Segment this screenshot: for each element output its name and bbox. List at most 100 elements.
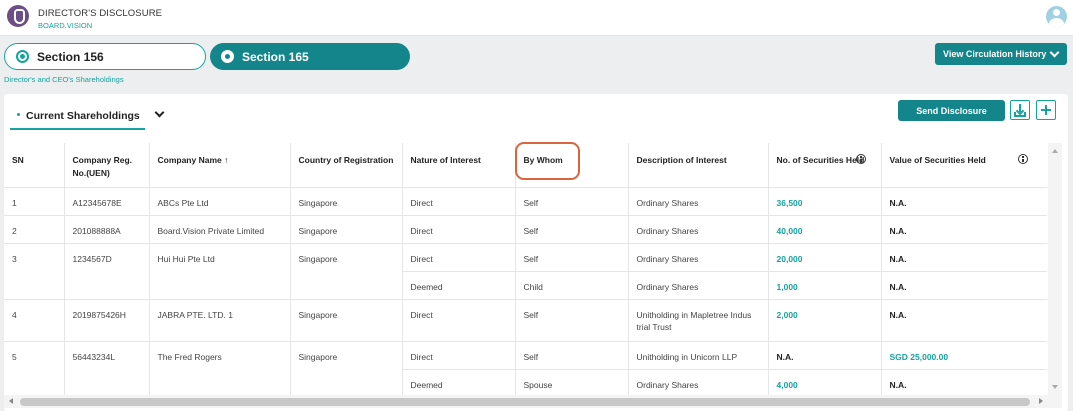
cell-value: N.A. xyxy=(881,243,1047,272)
by-whom-highlight-annotation xyxy=(515,142,580,180)
cell-reg-no: A12345678E xyxy=(64,187,150,216)
table-row[interactable]: 5 56443234L The Fred Rogers Singapore Di… xyxy=(4,341,1047,395)
cell-sn: 3 xyxy=(4,243,65,300)
col-header-reg-no: Company Reg. No.(UEN) xyxy=(64,143,150,188)
shareholdings-table-wrap: SN Company Reg. No.(UEN) Company Name ↑ … xyxy=(4,143,1047,395)
view-circulation-history-button[interactable]: View Circulation History xyxy=(935,43,1067,65)
cell-value: N.A. xyxy=(881,187,1047,216)
cell-value: N.A. xyxy=(881,369,1047,395)
col-header-value: Value of Securities Held xyxy=(881,143,1047,188)
cell-country: Singapore xyxy=(290,215,403,244)
cell-nature: Direct xyxy=(402,243,516,272)
cell-nature: Deemed xyxy=(402,369,516,395)
cell-value: SGD 25,000.00 xyxy=(881,341,1047,370)
cell-by-whom: Self xyxy=(515,215,629,244)
cell-company: The Fred Rogers xyxy=(149,341,291,395)
cell-reg-no: 1234567D xyxy=(64,243,150,300)
tab-section-156-label: Section 156 xyxy=(37,49,104,64)
add-button[interactable] xyxy=(1036,100,1056,120)
cell-company: Hui Hui Pte Ltd xyxy=(149,243,291,300)
cell-securities: 4,000 xyxy=(768,369,882,395)
app-title: DIRECTOR'S DISCLOSURE xyxy=(38,8,163,19)
col-header-description: Description of Interest xyxy=(628,143,769,188)
cell-sn: 2 xyxy=(4,215,65,244)
cell-reg-no: 2019875426H xyxy=(64,299,150,342)
view-circulation-history-label: View Circulation History xyxy=(943,49,1047,59)
col-header-company-name[interactable]: Company Name ↑ xyxy=(149,143,291,188)
cell-country: Singapore xyxy=(290,299,403,342)
cell-securities: 2,000 xyxy=(768,299,882,342)
cell-description: Ordinary Shares xyxy=(628,369,769,395)
col-header-securities: No. of Securities Held xyxy=(768,143,882,188)
board-vision-logo-icon[interactable] xyxy=(7,5,29,27)
tab-current-shareholdings-label: Current Shareholdings xyxy=(26,110,140,122)
cell-sn: 5 xyxy=(4,341,65,395)
cell-value: N.A. xyxy=(881,299,1047,342)
radio-icon xyxy=(221,50,234,63)
cell-description: Ordinary Shares xyxy=(628,187,769,216)
cell-country: Singapore xyxy=(290,243,403,300)
tab-current-shareholdings[interactable]: Current Shareholdings xyxy=(10,108,145,130)
tab-section-165[interactable]: Section 165 xyxy=(210,43,410,70)
shareholdings-table: SN Company Reg. No.(UEN) Company Name ↑ … xyxy=(4,143,1047,395)
cell-value: N.A. xyxy=(881,271,1047,300)
tab-section-165-label: Section 165 xyxy=(242,49,309,64)
horizontal-scrollbar[interactable] xyxy=(4,395,1062,408)
cell-by-whom: Child xyxy=(515,271,629,300)
cell-description: Ordinary Shares xyxy=(628,243,769,272)
cell-securities: N.A. xyxy=(768,341,882,370)
top-bar: DIRECTOR'S DISCLOSURE BOARD.VISION xyxy=(0,0,1073,36)
cell-nature: Direct xyxy=(402,215,516,244)
chevron-down-icon xyxy=(1049,47,1060,58)
cell-sn: 1 xyxy=(4,187,65,216)
cell-nature: Direct xyxy=(402,341,516,370)
vertical-scrollbar[interactable] xyxy=(1048,143,1062,395)
cell-securities: 20,000 xyxy=(768,243,882,272)
app-subtitle: BOARD.VISION xyxy=(38,21,93,30)
cell-company: Board.Vision Private Limited xyxy=(149,215,291,244)
table-row[interactable]: 2 201088888A Board.Vision Private Limite… xyxy=(4,215,1047,244)
cell-description: Ordinary Shares xyxy=(628,215,769,244)
download-button[interactable] xyxy=(1010,100,1030,120)
cell-by-whom: Self xyxy=(515,299,629,342)
info-icon[interactable] xyxy=(856,154,866,164)
cell-description: Unitholding in Mapletree Indus trial Tru… xyxy=(628,299,769,342)
scroll-right-icon[interactable] xyxy=(1039,398,1043,404)
cell-nature: Direct xyxy=(402,299,516,342)
cell-securities: 40,000 xyxy=(768,215,882,244)
cell-securities: 36,500 xyxy=(768,187,882,216)
cell-securities: 1,000 xyxy=(768,271,882,300)
info-icon[interactable] xyxy=(1018,154,1028,164)
cell-description: Ordinary Shares xyxy=(628,271,769,300)
scroll-up-icon[interactable] xyxy=(1052,149,1058,153)
section-caption: Director's and CEO's Shareholdings xyxy=(4,75,124,84)
col-header-country: Country of Registration xyxy=(290,143,403,188)
cell-nature: Deemed xyxy=(402,271,516,300)
cell-by-whom: Spouse xyxy=(515,369,629,395)
cell-country: Singapore xyxy=(290,341,403,395)
scroll-down-icon[interactable] xyxy=(1052,385,1058,389)
cell-reg-no: 201088888A xyxy=(64,215,150,244)
cell-nature: Direct xyxy=(402,187,516,216)
cell-description: Unitholding in Unicorn LLP xyxy=(628,341,769,370)
horizontal-scroll-thumb[interactable] xyxy=(20,398,1030,406)
send-disclosure-button[interactable]: Send Disclosure xyxy=(898,100,1005,121)
col-header-nature: Nature of Interest xyxy=(402,143,516,188)
user-avatar-icon[interactable] xyxy=(1046,6,1067,27)
cell-by-whom: Self xyxy=(515,341,629,370)
cell-by-whom: Self xyxy=(515,187,629,216)
cell-value: N.A. xyxy=(881,215,1047,244)
table-row[interactable]: 3 1234567D Hui Hui Pte Ltd Singapore Dir… xyxy=(4,243,1047,300)
cell-company: JABRA PTE. LTD. 1 xyxy=(149,299,291,342)
tab-section-156[interactable]: Section 156 xyxy=(4,43,206,70)
col-header-sn: SN xyxy=(4,143,65,188)
table-row[interactable]: 1 A12345678E ABCs Pte Ltd Singapore Dire… xyxy=(4,187,1047,216)
scroll-left-icon[interactable] xyxy=(9,398,13,404)
table-row[interactable]: 4 2019875426H JABRA PTE. LTD. 1 Singapor… xyxy=(4,299,1047,342)
radio-icon xyxy=(16,50,29,63)
cell-by-whom: Self xyxy=(515,243,629,272)
cell-reg-no: 56443234L xyxy=(64,341,150,395)
cell-sn: 4 xyxy=(4,299,65,342)
cell-country: Singapore xyxy=(290,187,403,216)
bullet-icon xyxy=(17,112,20,116)
